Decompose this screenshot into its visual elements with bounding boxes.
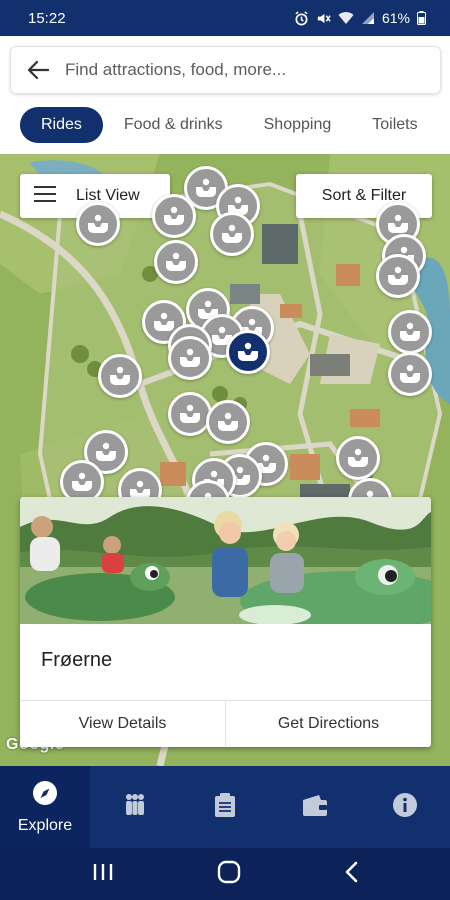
search-input[interactable]: Find attractions, food, more...	[65, 60, 286, 80]
people-icon	[123, 793, 147, 822]
nav-explore-label: Explore	[17, 816, 73, 834]
status-bar: 15:22 61%	[0, 0, 450, 36]
ride-icon	[220, 224, 244, 244]
tab-shopping[interactable]: Shopping	[264, 116, 332, 134]
ride-title: Frøerne	[41, 649, 113, 671]
back-icon[interactable]	[344, 861, 358, 888]
card-actions: View Details Get Directions	[20, 700, 431, 747]
system-navigation-bar	[0, 848, 450, 900]
bottom-navigation: Explore	[0, 766, 450, 848]
ride-pin[interactable]	[388, 352, 432, 396]
category-tabs: Rides Food & drinks Shopping Toilets	[20, 106, 450, 143]
status-icons: 61%	[294, 10, 426, 26]
ride-icon	[346, 448, 370, 468]
ride-pin[interactable]	[154, 240, 198, 284]
tab-rides[interactable]: Rides	[20, 106, 103, 143]
nav-people[interactable]	[90, 766, 180, 848]
ride-pin[interactable]	[336, 436, 380, 480]
ride-pin[interactable]	[98, 354, 142, 398]
ride-icon	[94, 442, 118, 462]
back-arrow-icon[interactable]	[11, 47, 65, 93]
ride-pin[interactable]	[388, 310, 432, 354]
ride-icon	[178, 348, 202, 368]
clipboard-icon	[214, 792, 236, 822]
wallet-icon	[301, 794, 329, 821]
nav-explore[interactable]: Explore	[0, 766, 90, 848]
ride-icon	[216, 412, 240, 432]
ride-pin[interactable]	[210, 212, 254, 256]
list-view-label: List View	[76, 187, 140, 204]
status-time: 15:22	[28, 9, 66, 27]
ride-icon	[164, 252, 188, 272]
wifi-icon	[338, 11, 354, 25]
get-directions-button[interactable]: Get Directions	[226, 701, 431, 747]
tab-food-drinks[interactable]: Food & drinks	[124, 116, 223, 134]
ride-pin[interactable]	[376, 254, 420, 298]
view-details-button[interactable]: View Details	[20, 701, 226, 747]
ride-icon	[386, 214, 410, 234]
search-bar[interactable]: Find attractions, food, more...	[10, 46, 441, 94]
battery-percent: 61%	[381, 10, 410, 26]
ride-icon	[70, 472, 94, 492]
ride-icon	[86, 214, 110, 234]
ride-icon	[194, 178, 218, 198]
ride-pin[interactable]	[206, 400, 250, 444]
ride-icon	[398, 364, 422, 384]
nav-wallet[interactable]	[270, 766, 360, 848]
ride-icon	[178, 404, 202, 424]
ride-icon	[386, 266, 410, 286]
ride-pin[interactable]	[168, 336, 212, 380]
home-icon[interactable]	[217, 860, 241, 889]
nav-clipboard[interactable]	[180, 766, 270, 848]
ride-photo	[20, 497, 431, 624]
nav-info[interactable]	[360, 766, 450, 848]
signal-icon	[361, 11, 375, 25]
recent-apps-icon[interactable]	[92, 862, 114, 887]
ride-pin[interactable]	[168, 392, 212, 436]
ride-icon	[108, 366, 132, 386]
ride-card[interactable]: Frøerne View Details Get Directions	[20, 497, 431, 747]
selected-ride-pin[interactable]	[226, 330, 270, 374]
tab-toilets[interactable]: Toilets	[372, 116, 417, 134]
list-icon	[34, 185, 56, 207]
ride-pin[interactable]	[152, 194, 196, 238]
alarm-icon	[294, 10, 309, 26]
battery-icon	[417, 11, 426, 25]
info-icon	[392, 792, 418, 823]
top-area: Find attractions, food, more... Rides Fo…	[0, 36, 450, 154]
ride-icon	[398, 322, 422, 342]
ride-icon	[162, 206, 186, 226]
mute-icon	[316, 11, 331, 26]
compass-icon	[32, 780, 58, 811]
ride-pin[interactable]	[76, 202, 120, 246]
ride-icon	[236, 342, 260, 362]
ride-icon	[152, 312, 176, 332]
